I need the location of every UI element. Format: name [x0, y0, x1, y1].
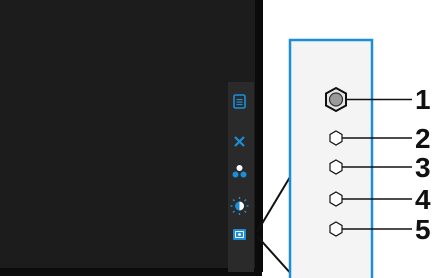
callout-number-5: 5: [415, 214, 431, 245]
osd-menu-strip: [228, 82, 254, 272]
callout-panel: [288, 38, 374, 278]
callout-number-4: 4: [415, 184, 431, 215]
callout-number-2: 2: [415, 123, 431, 154]
monitor-controls-diagram: 1 2 3 4 5: [0, 0, 431, 278]
monitor-bezel-bottom: [0, 268, 262, 276]
monitor-screen: [0, 0, 262, 272]
monitor-bezel-right: [255, 0, 263, 272]
input-source-icon[interactable]: [233, 229, 246, 240]
callout-number-1: 1: [415, 84, 431, 115]
callout-number-3: 3: [415, 152, 431, 183]
